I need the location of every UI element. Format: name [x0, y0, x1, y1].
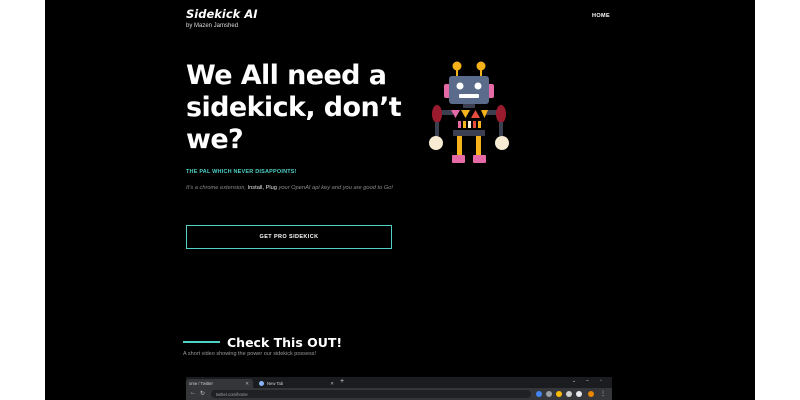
new-tab-plus-icon[interactable]: +: [340, 378, 344, 385]
robot-eye-right: [474, 82, 482, 90]
robot-shoulder-right: [496, 105, 506, 123]
back-arrow-icon[interactable]: ←: [190, 390, 196, 396]
section-title: Check This OUT!: [227, 335, 343, 350]
robot-foot-right: [473, 155, 486, 163]
hero-tagline: THE PAL WHICH NEVER DISAPPOINTS!: [186, 169, 297, 175]
extension-icon[interactable]: [546, 391, 552, 397]
robot-hand-right: [495, 136, 509, 150]
robot-head: [449, 76, 489, 104]
robot-neck: [463, 104, 475, 108]
browser-toolbar: ← ↻ twitter.com/home ⋮: [186, 388, 612, 400]
desc-highlight: Install, Plug: [247, 185, 277, 191]
tab-favicon-icon: [259, 381, 264, 386]
robot-leg-left: [457, 136, 462, 156]
robot-forearm-right: [499, 122, 503, 136]
extension-icon[interactable]: [536, 391, 542, 397]
robot-antenna-stem-right: [480, 70, 482, 76]
robot-antenna-right: [476, 61, 486, 71]
address-bar[interactable]: twitter.com/home: [211, 390, 531, 398]
browser-tab-new-label: New Tab: [267, 381, 284, 386]
hero-title-line-2: sidekick, don’t: [186, 92, 402, 123]
page: Sidekick AI by Mazen Jamshed HOME We All…: [45, 0, 755, 400]
browser-tab-twitter-label: ome / Twitter: [189, 381, 213, 386]
robot-torso-bar-2: [463, 121, 466, 128]
robot-torso-triangle-3: [471, 110, 480, 118]
hero-title: We All need a sidekick, don’t we?: [186, 60, 426, 156]
robot-torso-bar-4: [473, 121, 476, 128]
section-subtitle: A short video showing the power our side…: [183, 351, 316, 357]
address-bar-url: twitter.com/home: [216, 391, 248, 397]
robot-antenna-left: [452, 61, 462, 71]
more-menu-icon[interactable]: ⋮: [600, 390, 606, 397]
robot-hand-left: [429, 136, 443, 150]
browser-tab-new[interactable]: New Tab ✕: [256, 379, 338, 388]
chevron-down-icon[interactable]: ⌄: [572, 378, 576, 384]
robot-leg-right: [476, 136, 481, 156]
reload-icon[interactable]: ↻: [200, 390, 205, 397]
browser-tab-bar: ome / Twitter ✕ New Tab ✕ + ⌄ – ▫: [186, 377, 612, 388]
get-pro-sidekick-button[interactable]: GET PRO SIDEKICK: [186, 225, 392, 249]
robot-antenna-stem-left: [456, 70, 458, 76]
brand-subtitle: by Mazen Jamshed: [186, 23, 239, 29]
hero-title-line-3: we?: [186, 124, 244, 155]
nav-home-link[interactable]: HOME: [592, 13, 610, 19]
robot-torso-bar-5: [478, 121, 481, 128]
brand[interactable]: Sidekick AI by Mazen Jamshed: [186, 8, 258, 30]
desc-text-2: your OpenAI api key and you are good to …: [276, 185, 393, 191]
puzzle-icon[interactable]: [566, 391, 572, 397]
avatar[interactable]: [588, 391, 594, 397]
robot-torso-bar-1: [458, 121, 461, 128]
robot-torso-triangle-2: [461, 110, 470, 118]
robot-foot-left: [452, 155, 465, 163]
desc-text-1: It’s a chrome extension,: [186, 185, 248, 191]
hero-title-line-1: We All need a: [186, 60, 387, 91]
browser-tab-twitter[interactable]: ome / Twitter ✕: [186, 379, 253, 388]
robot-shoulder-left: [432, 105, 442, 123]
robot-illustration: [429, 61, 509, 163]
maximize-icon[interactable]: ▫: [600, 378, 602, 384]
robot-forearm-left: [435, 122, 439, 136]
extension-icon[interactable]: [576, 391, 582, 397]
embedded-browser-screenshot: ome / Twitter ✕ New Tab ✕ + ⌄ – ▫ ← ↻ tw…: [186, 377, 612, 400]
robot-torso-bar-3: [468, 121, 471, 128]
robot-eye-left: [456, 82, 464, 90]
close-icon[interactable]: ✕: [330, 381, 334, 387]
star-icon[interactable]: [556, 391, 562, 397]
robot-belt: [453, 130, 485, 136]
close-icon[interactable]: ✕: [245, 381, 249, 387]
brand-title: Sidekick AI: [186, 7, 258, 21]
hero-description: It’s a chrome extension, Install, Plug y…: [186, 183, 396, 193]
robot-mouth: [459, 94, 479, 98]
minimize-icon[interactable]: –: [586, 378, 589, 384]
section-accent-line: [183, 341, 220, 343]
